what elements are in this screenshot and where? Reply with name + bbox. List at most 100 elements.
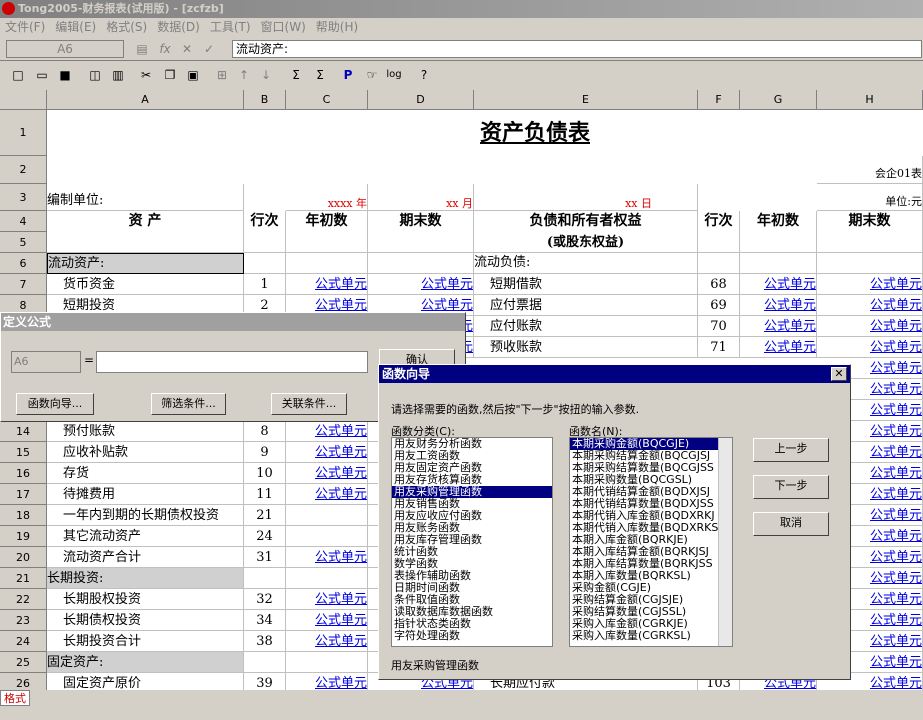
cell[interactable] xyxy=(286,505,368,526)
row-header[interactable]: 14 xyxy=(0,421,47,442)
insert-icon[interactable]: ⊞ xyxy=(212,65,232,85)
filter-condition-button[interactable]: 筛选条件... xyxy=(151,393,226,415)
row-header[interactable]: 1 xyxy=(0,110,47,156)
column-header[interactable]: H xyxy=(817,90,923,110)
cell[interactable] xyxy=(286,253,368,274)
cell[interactable]: 10 xyxy=(244,463,286,484)
cut-icon[interactable]: ✂ xyxy=(136,65,156,85)
cell[interactable]: 11 xyxy=(244,484,286,505)
new-file-icon[interactable]: □ xyxy=(8,65,28,85)
category-item[interactable]: 字符处理函数 xyxy=(392,630,552,642)
cell[interactable]: 流动负债: xyxy=(474,253,698,274)
row-header[interactable]: 25 xyxy=(0,652,47,673)
formula-field[interactable] xyxy=(96,351,368,373)
cell[interactable]: 8 xyxy=(244,421,286,442)
cancel-icon[interactable]: ✕ xyxy=(178,41,196,57)
category-list[interactable]: 用友财务分析函数 用友工资函数 用友固定资产函数 用友存货核算函数 用友采购管理函数 用友… xyxy=(391,437,553,647)
menu-item-6[interactable]: 帮助(H) xyxy=(316,20,358,34)
cell[interactable]: 公式单元 xyxy=(286,589,368,610)
cell-reference-box[interactable]: A6 xyxy=(6,40,124,58)
cell[interactable] xyxy=(817,253,923,274)
cell-ref-field[interactable]: A6 xyxy=(11,351,81,373)
cell[interactable]: 公式单元 xyxy=(817,295,923,316)
cell[interactable] xyxy=(740,253,817,274)
cell[interactable]: 39 xyxy=(244,673,286,690)
column-header[interactable]: A xyxy=(47,90,244,110)
cell[interactable]: 公式单元 xyxy=(817,316,923,337)
cell[interactable]: 34 xyxy=(244,610,286,631)
cell[interactable]: 公式单元 xyxy=(817,274,923,295)
cell[interactable]: 年初数 xyxy=(740,211,817,232)
sum-all-icon[interactable]: Σ xyxy=(310,65,330,85)
row-header[interactable]: 7 xyxy=(0,274,47,295)
cell[interactable]: 资 产 xyxy=(47,211,244,232)
cell[interactable]: 行次 xyxy=(244,211,286,232)
cell[interactable] xyxy=(368,232,474,253)
menu-item-2[interactable]: 格式(S) xyxy=(106,20,147,34)
cell[interactable] xyxy=(698,253,740,274)
cell[interactable]: xx 日 xyxy=(474,184,698,211)
sum-icon[interactable]: Σ xyxy=(286,65,306,85)
cell[interactable]: 公式单元 xyxy=(286,463,368,484)
save-icon[interactable]: ■ xyxy=(55,65,75,85)
pointer-icon[interactable]: ☞ xyxy=(362,65,382,85)
cell[interactable]: xx 月 xyxy=(368,184,474,211)
cell[interactable]: 公式单元 xyxy=(740,295,817,316)
print-preview-icon[interactable]: ◫ xyxy=(85,65,105,85)
cell[interactable]: 1 xyxy=(244,274,286,295)
cell[interactable]: 21 xyxy=(244,505,286,526)
row-header[interactable]: 22 xyxy=(0,589,47,610)
cell[interactable]: 公式单元 xyxy=(286,547,368,568)
column-header[interactable]: E xyxy=(474,90,698,110)
cell[interactable]: 长期股权投资 xyxy=(47,589,244,610)
menu-item-3[interactable]: 数据(D) xyxy=(157,20,200,34)
menu-item-4[interactable]: 工具(T) xyxy=(210,20,251,34)
relation-condition-button[interactable]: 关联条件... xyxy=(271,393,347,415)
cell[interactable] xyxy=(286,526,368,547)
p-icon[interactable]: P xyxy=(338,65,358,85)
cell[interactable]: 长期债权投资 xyxy=(47,610,244,631)
cell[interactable]: 31 xyxy=(244,547,286,568)
menu-item-5[interactable]: 窗口(W) xyxy=(261,20,306,34)
row-header[interactable]: 18 xyxy=(0,505,47,526)
cell[interactable] xyxy=(244,253,286,274)
cell[interactable]: 会企01表 xyxy=(817,156,923,184)
cell[interactable] xyxy=(286,232,368,253)
sheet-title[interactable]: 资产负债表 xyxy=(420,110,650,156)
column-header[interactable]: B xyxy=(244,90,286,110)
cell[interactable]: 流动资产: xyxy=(47,253,244,274)
row-header[interactable]: 26 xyxy=(0,673,47,690)
cell[interactable]: xxxx 年 xyxy=(286,184,368,211)
paste-icon[interactable]: ▣ xyxy=(183,65,203,85)
cell[interactable]: 38 xyxy=(244,631,286,652)
menu-item-0[interactable]: 文件(F) xyxy=(5,20,45,34)
function-list-scrollbar[interactable] xyxy=(718,438,732,646)
select-all-corner[interactable] xyxy=(0,90,47,110)
log-icon[interactable]: log xyxy=(384,65,404,85)
next-button[interactable]: 下一步 xyxy=(753,475,829,499)
cell[interactable]: 69 xyxy=(698,295,740,316)
row-header[interactable]: 6 xyxy=(0,253,47,274)
row-header[interactable]: 5 xyxy=(0,232,47,253)
sort-asc-icon[interactable]: ↑ xyxy=(234,65,254,85)
column-header[interactable]: F xyxy=(698,90,740,110)
cell[interactable]: 公式单元 xyxy=(368,274,474,295)
cell[interactable]: 71 xyxy=(698,337,740,358)
menu-item-1[interactable]: 编辑(E) xyxy=(55,20,96,34)
cell[interactable]: 公式单元 xyxy=(286,421,368,442)
cell[interactable]: 公式单元 xyxy=(740,316,817,337)
cell[interactable]: 公式单元 xyxy=(740,274,817,295)
copy-icon[interactable]: ❐ xyxy=(160,65,180,85)
cell[interactable]: 其它流动资产 xyxy=(47,526,244,547)
cell[interactable] xyxy=(286,568,368,589)
prev-button[interactable]: 上一步 xyxy=(753,438,829,462)
cell[interactable]: 应付票据 xyxy=(474,295,698,316)
cell[interactable] xyxy=(698,232,740,253)
row-header[interactable]: 16 xyxy=(0,463,47,484)
open-folder-icon[interactable]: ▭ xyxy=(32,65,52,85)
cell[interactable]: 存货 xyxy=(47,463,244,484)
cell[interactable]: 期末数 xyxy=(817,211,923,232)
cell[interactable]: 应收补贴款 xyxy=(47,442,244,463)
cell[interactable]: 预付账款 xyxy=(47,421,244,442)
cell[interactable]: 负债和所有者权益 xyxy=(474,211,698,232)
